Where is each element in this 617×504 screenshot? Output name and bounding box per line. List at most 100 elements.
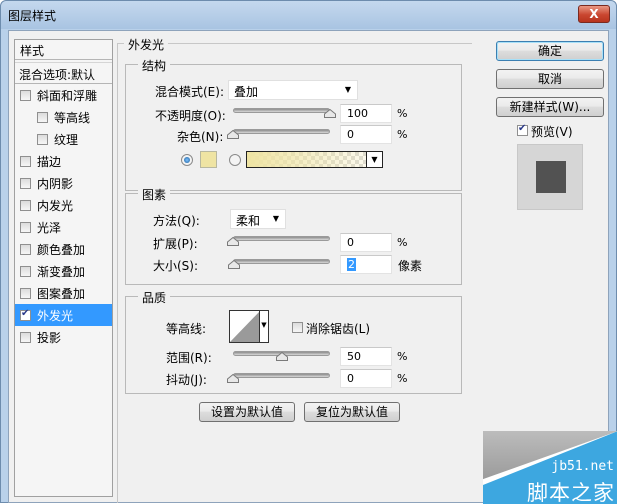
ok-button[interactable]: 确定	[496, 41, 604, 61]
style-list-item-label: 图案叠加	[37, 286, 86, 301]
size-slider[interactable]	[227, 256, 330, 270]
technique-select[interactable]: 柔和 ▼	[230, 209, 286, 229]
slider-thumb[interactable]	[227, 130, 239, 139]
slider-thumb-icon	[227, 374, 239, 383]
quality-title: 品质	[138, 289, 171, 306]
new-style-button[interactable]: 新建样式(W)...	[496, 97, 604, 117]
style-checkbox[interactable]	[20, 155, 31, 167]
style-list-item[interactable]: 描边	[15, 150, 112, 172]
style-checkbox[interactable]	[20, 221, 31, 233]
style-list-item[interactable]: 内发光	[15, 194, 112, 216]
style-list-item[interactable]: 光泽	[15, 216, 112, 238]
style-preview-thumbnail	[517, 144, 583, 210]
watermark: jb51.net 脚本之家	[483, 431, 617, 504]
noise-unit: %	[397, 128, 408, 141]
slider-thumb-icon	[275, 352, 288, 361]
slider-track	[233, 108, 330, 113]
preview-checkbox[interactable]	[517, 123, 528, 136]
style-list-item[interactable]: 投影	[15, 326, 112, 348]
gradient-picker-button[interactable]: ▼	[366, 151, 383, 168]
style-list-item[interactable]: 颜色叠加	[15, 238, 112, 260]
style-list-item[interactable]: 内阴影	[15, 172, 112, 194]
style-list-item-label: 渐变叠加	[37, 264, 86, 279]
style-checkbox[interactable]	[20, 331, 31, 343]
blend-mode-value: 叠加	[234, 85, 259, 99]
style-list-item-label: 内阴影	[37, 176, 74, 191]
layer-style-dialog: 图层样式 X 样式 混合选项:默认 斜面和浮雕等高线纹理描边内阴影内发光光泽颜色…	[0, 0, 617, 504]
style-list-item-label: 颜色叠加	[37, 242, 86, 257]
cancel-button[interactable]: 取消	[496, 69, 604, 89]
style-checkbox[interactable]	[20, 177, 31, 189]
title-bar[interactable]: 图层样式 X	[1, 1, 616, 29]
style-list-item-label: 投影	[37, 330, 62, 345]
style-list-item[interactable]: 纹理	[15, 128, 112, 150]
solid-color-radio[interactable]	[181, 154, 193, 166]
slider-thumb[interactable]	[275, 352, 288, 361]
style-list-item[interactable]: 图案叠加	[15, 282, 112, 304]
slider-thumb-icon	[324, 109, 336, 118]
technique-label: 方法(Q):	[153, 214, 200, 228]
style-list-item-label: 描边	[37, 154, 62, 169]
close-icon: X	[589, 7, 599, 21]
close-button[interactable]: X	[578, 5, 610, 23]
noise-label: 杂色(N):	[177, 130, 224, 144]
style-checkbox[interactable]	[20, 89, 31, 101]
jitter-slider[interactable]	[227, 370, 330, 384]
style-checkbox[interactable]	[37, 111, 48, 123]
style-list-item-label: 光泽	[37, 220, 62, 235]
style-list-item[interactable]: 等高线	[15, 106, 112, 128]
gradient-preview[interactable]	[246, 151, 367, 168]
spread-slider[interactable]	[227, 233, 330, 247]
noise-slider[interactable]	[227, 126, 330, 140]
style-list-item-label: 斜面和浮雕	[37, 88, 98, 103]
slider-thumb[interactable]	[227, 237, 239, 246]
gradient-radio[interactable]	[229, 154, 241, 166]
style-list-item-label: 纹理	[54, 132, 79, 147]
style-checkbox[interactable]	[20, 265, 31, 277]
slider-thumb-icon	[227, 130, 239, 139]
size-unit: 像素	[398, 259, 423, 273]
watermark-url: jb51.net	[551, 459, 614, 474]
opacity-input[interactable]: 100	[340, 104, 392, 123]
noise-input[interactable]: 0	[340, 125, 392, 144]
blend-mode-label: 混合模式(E):	[155, 85, 224, 99]
style-list-item[interactable]: 渐变叠加	[15, 260, 112, 282]
style-list-header[interactable]: 样式	[15, 40, 112, 60]
style-checkbox[interactable]	[37, 133, 48, 145]
size-value-selected: 2	[347, 258, 356, 271]
slider-track	[233, 259, 330, 264]
range-slider[interactable]	[233, 348, 330, 362]
reset-default-button[interactable]: 复位为默认值	[304, 402, 400, 422]
style-checkbox[interactable]	[20, 199, 31, 211]
preview-label[interactable]: 预览(V)	[531, 123, 573, 140]
style-list-item[interactable]: 外发光	[15, 304, 112, 326]
anti-alias-checkbox[interactable]	[292, 322, 303, 333]
slider-thumb-icon	[227, 260, 240, 269]
contour-picker[interactable]: ▼	[229, 310, 269, 343]
make-default-button[interactable]: 设置为默认值	[199, 402, 295, 422]
glow-color-swatch[interactable]	[200, 151, 217, 168]
blend-options-item[interactable]: 混合选项:默认	[15, 62, 112, 84]
slider-thumb-icon	[227, 237, 239, 246]
size-input[interactable]: 2	[340, 255, 392, 274]
slider-track	[233, 236, 330, 241]
style-checkbox[interactable]	[20, 308, 31, 321]
chevron-down-icon: ▼	[344, 85, 351, 94]
spread-input[interactable]: 0	[340, 233, 392, 252]
blend-mode-select[interactable]: 叠加 ▼	[228, 80, 358, 100]
slider-thumb[interactable]	[324, 109, 336, 118]
slider-track	[233, 129, 330, 134]
elements-title: 图素	[138, 186, 171, 203]
range-input[interactable]: 50	[340, 347, 392, 366]
style-list-item[interactable]: 斜面和浮雕	[15, 84, 112, 106]
slider-thumb[interactable]	[227, 374, 239, 383]
anti-alias-label[interactable]: 消除锯齿(L)	[306, 320, 370, 337]
slider-track	[233, 373, 330, 378]
style-checkbox[interactable]	[20, 243, 31, 255]
jitter-input[interactable]: 0	[340, 369, 392, 388]
opacity-label: 不透明度(O):	[155, 109, 226, 123]
range-unit: %	[397, 350, 408, 363]
style-checkbox[interactable]	[20, 287, 31, 299]
opacity-slider[interactable]	[233, 105, 336, 119]
slider-thumb[interactable]	[227, 260, 240, 269]
